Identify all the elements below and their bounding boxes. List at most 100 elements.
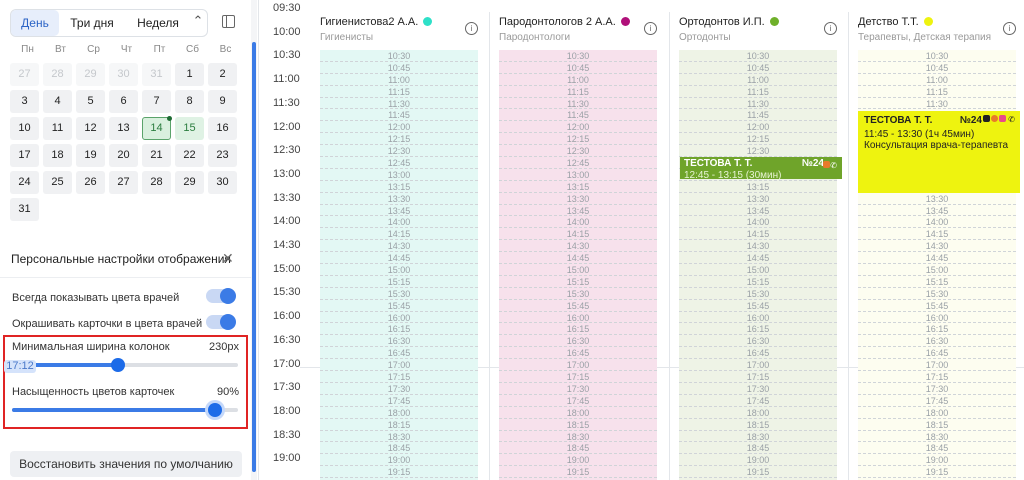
time-slot[interactable]: 17:45 [320,395,478,407]
time-slot[interactable]: 14:45 [499,252,657,265]
time-slot[interactable]: 10:30 [499,50,657,62]
calendar-day[interactable]: 5 [76,90,105,113]
info-icon[interactable]: i [1003,22,1016,35]
time-slot[interactable]: 11:00 [858,74,1016,86]
calendar-day[interactable]: 1 [175,63,204,86]
time-slot[interactable]: 10:45 [320,62,478,74]
time-slot[interactable]: 11:45 [679,109,837,122]
time-slot[interactable]: 18:00 [499,407,657,419]
time-slot[interactable]: 11:45 [320,109,478,122]
time-slot[interactable]: 16:00 [320,312,478,324]
calendar-day[interactable]: 27 [109,171,138,194]
time-slot[interactable]: 18:00 [858,407,1016,419]
calendar-day[interactable]: 29 [76,63,105,86]
panel-collapse-icon[interactable] [222,15,235,28]
calendar-day[interactable]: 4 [43,90,72,113]
time-slot[interactable]: 17:30 [858,383,1016,395]
time-slot[interactable]: 15:15 [499,276,657,288]
time-slot[interactable]: 19:15 [320,466,478,479]
time-slot[interactable]: 14:00 [499,216,657,229]
calendar-day[interactable]: 15 [175,117,204,140]
time-slot[interactable]: 12:15 [499,133,657,146]
time-slot[interactable]: 13:15 [499,181,657,193]
time-slot[interactable]: 17:00 [679,359,837,372]
time-slot[interactable]: 11:45 [499,109,657,122]
time-slot[interactable]: 16:30 [499,335,657,348]
schedule-column-body[interactable]: 10:3010:4511:0011:1511:3011:4512:0012:15… [499,50,657,480]
time-slot[interactable]: 10:45 [679,62,837,74]
time-slot[interactable]: 10:30 [858,50,1016,62]
time-slot[interactable]: 18:00 [320,407,478,419]
time-slot[interactable]: 10:30 [320,50,478,62]
time-slot[interactable]: 12:30 [320,145,478,158]
time-slot[interactable]: 14:30 [320,240,478,253]
time-slot[interactable]: 17:00 [320,359,478,372]
time-slot[interactable]: 16:00 [679,312,837,324]
time-slot[interactable]: 19:15 [499,466,657,479]
time-slot[interactable]: 18:45 [320,442,478,455]
schedule-column-body[interactable]: 10:3010:4511:0011:1511:3011:4512:0012:15… [679,50,837,480]
time-slot[interactable]: 12:45 [499,157,657,169]
show-colors-toggle[interactable] [206,288,236,304]
time-slot[interactable]: 14:15 [499,228,657,241]
time-slot[interactable]: 15:00 [499,264,657,276]
time-slot[interactable]: 16:15 [679,323,837,336]
chevron-up-icon[interactable]: ⌃ [188,11,208,31]
calendar-day[interactable]: 28 [142,171,171,194]
time-slot[interactable]: 15:00 [858,264,1016,276]
time-slot[interactable]: 15:00 [679,264,837,276]
appointment-card[interactable]: ТЕСТОВА Т. Т. №24 ✆ 11:45 - 13:30 (1ч 45… [858,111,1020,193]
time-slot[interactable]: 12:00 [320,121,478,134]
time-slot[interactable]: 16:45 [320,347,478,360]
time-slot[interactable]: 15:15 [679,276,837,288]
time-slot[interactable]: 16:30 [320,335,478,348]
time-slot[interactable]: 15:30 [320,288,478,300]
doctor-header[interactable]: Пародонтологов 2 А.А. Пародонтологи i [491,12,665,46]
time-slot[interactable]: 11:15 [679,86,837,98]
time-slot[interactable]: 14:45 [320,252,478,265]
time-slot[interactable]: 16:45 [858,347,1016,360]
time-slot[interactable]: 11:30 [858,98,1016,110]
time-slot[interactable]: 16:15 [499,323,657,336]
time-slot[interactable]: 11:30 [679,98,837,110]
calendar-day[interactable]: 25 [43,171,72,194]
time-slot[interactable]: 18:30 [858,431,1016,443]
calendar-day[interactable]: 27 [10,63,39,86]
time-slot[interactable]: 11:30 [320,98,478,110]
time-slot[interactable]: 18:15 [858,419,1016,431]
calendar-day[interactable]: 8 [175,90,204,113]
time-slot[interactable]: 19:00 [858,454,1016,467]
time-slot[interactable]: 18:30 [679,431,837,443]
time-slot[interactable]: 19:00 [679,454,837,467]
time-slot[interactable]: 15:00 [320,264,478,276]
calendar-day[interactable]: 19 [76,144,105,167]
time-slot[interactable]: 17:45 [858,395,1016,407]
time-slot[interactable]: 15:30 [858,288,1016,300]
calendar-day[interactable]: 31 [10,198,39,221]
calendar-day[interactable]: 23 [208,144,237,167]
time-slot[interactable]: 16:45 [499,347,657,360]
time-slot[interactable]: 17:15 [320,371,478,383]
restore-defaults-button[interactable]: Восстановить значения по умолчанию [10,451,242,477]
time-slot[interactable]: 17:15 [499,371,657,383]
time-slot[interactable]: 14:30 [858,240,1016,253]
saturation-slider[interactable] [12,403,238,417]
calendar-day[interactable]: 18 [43,144,72,167]
time-slot[interactable]: 14:00 [679,216,837,229]
time-slot[interactable]: 17:45 [679,395,837,407]
time-slot[interactable]: 18:30 [499,431,657,443]
info-icon[interactable]: i [465,22,478,35]
calendar-day[interactable]: 22 [175,144,204,167]
calendar-day[interactable]: 30 [208,171,237,194]
time-slot[interactable]: 14:30 [679,240,837,253]
calendar-day[interactable]: 14 [142,116,172,140]
time-slot[interactable]: 16:30 [679,335,837,348]
time-slot[interactable]: 13:15 [679,181,837,193]
time-slot[interactable]: 18:30 [320,431,478,443]
time-slot[interactable]: 13:45 [858,205,1016,217]
calendar-day[interactable]: 26 [76,171,105,194]
calendar-day[interactable]: 31 [142,63,171,86]
time-slot[interactable]: 18:45 [679,442,837,455]
calendar-day[interactable]: 30 [109,63,138,86]
time-slot[interactable]: 12:00 [499,121,657,134]
